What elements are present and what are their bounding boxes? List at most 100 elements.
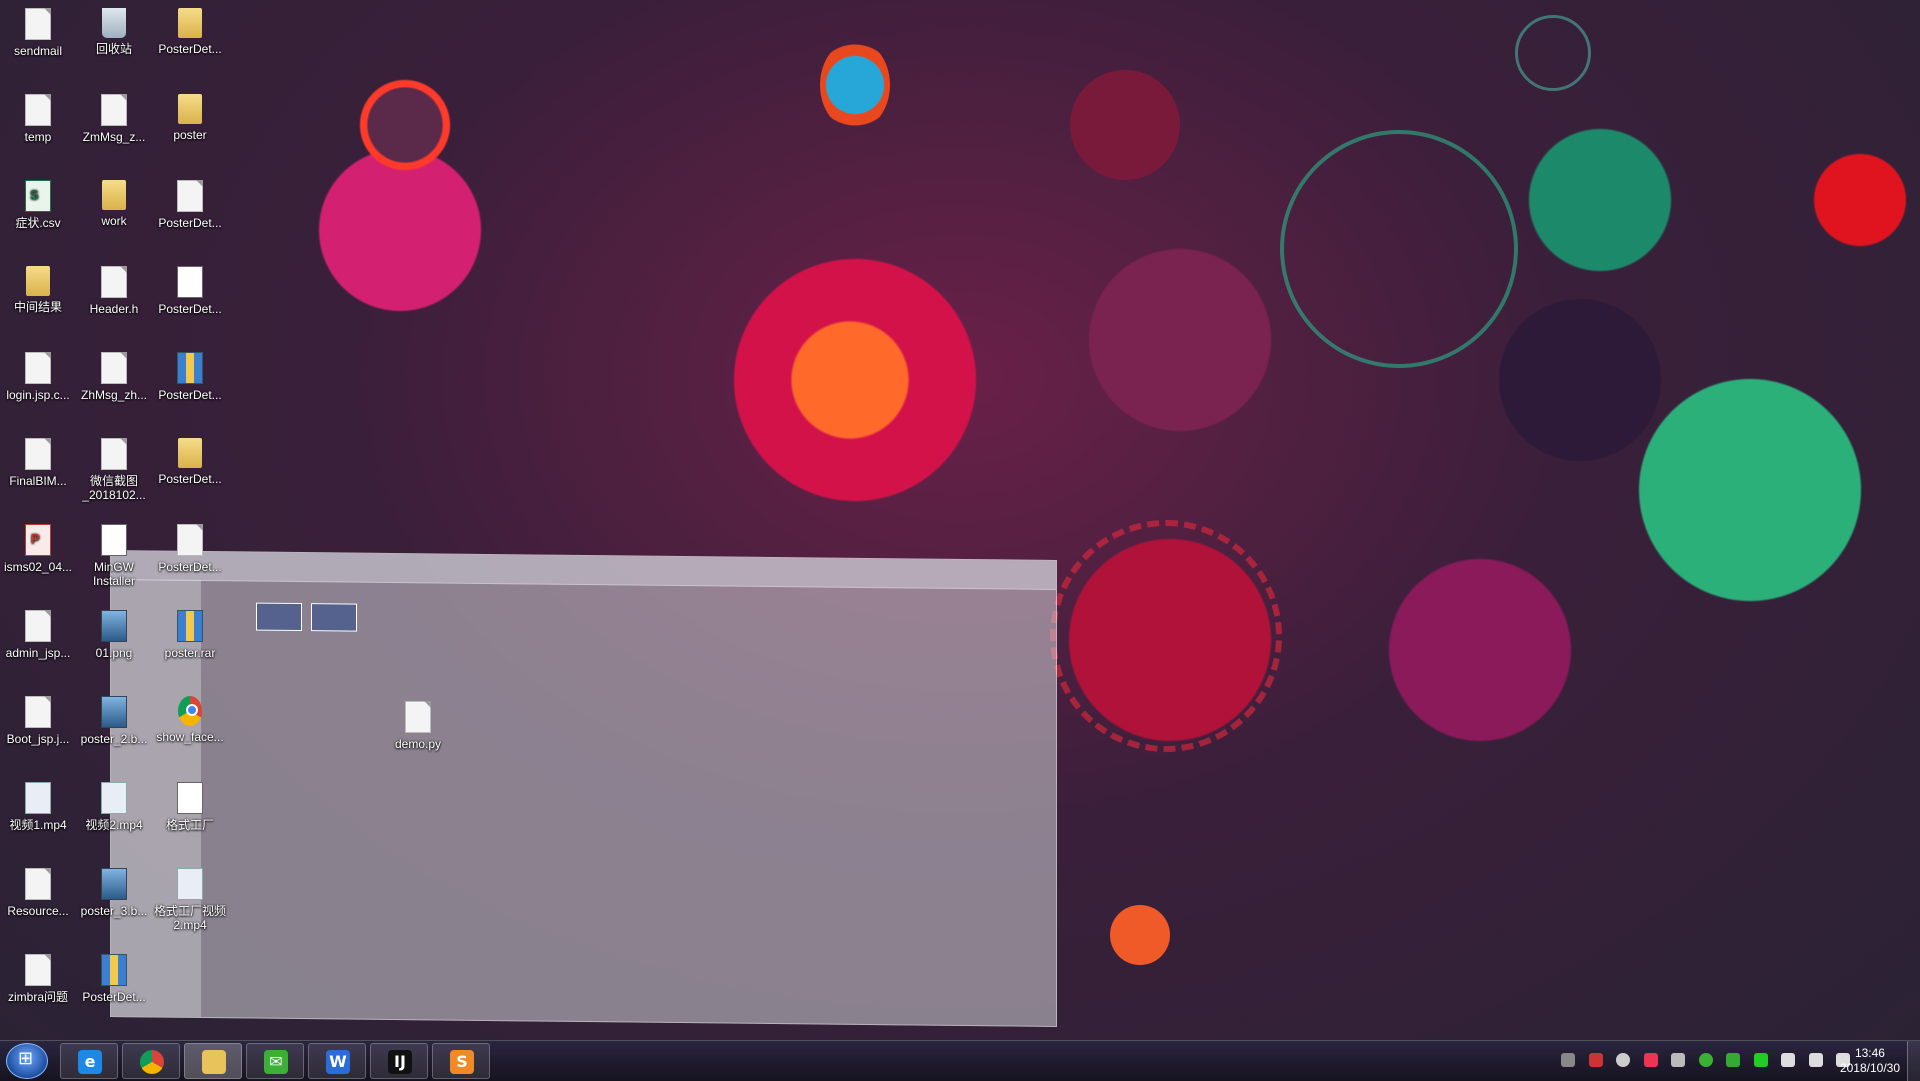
- desktop-icon[interactable]: FinalBIM...: [1, 432, 75, 488]
- desktop-icon[interactable]: poster: [153, 88, 227, 142]
- flag-icon[interactable]: [1781, 1053, 1796, 1067]
- desktop-icon-label: PosterDet...: [158, 472, 222, 486]
- taskbar-app-chrome[interactable]: [122, 1043, 180, 1079]
- desktop-icon[interactable]: PosterDet...: [153, 432, 227, 486]
- explorer-window-ghost[interactable]: [110, 550, 1057, 1027]
- desktop-icon[interactable]: zimbra问题: [1, 948, 75, 1004]
- desktop-icon[interactable]: MinGW Installer: [77, 518, 151, 588]
- desktop-icon[interactable]: 中间结果: [1, 260, 75, 314]
- desktop-icon-label: poster.rar: [164, 646, 216, 660]
- check-icon[interactable]: [1753, 1053, 1768, 1067]
- desktop-icon[interactable]: 视频1.mp4: [1, 776, 75, 832]
- desktop-icon-label: work: [101, 214, 127, 228]
- desktop-icon[interactable]: Header.h: [77, 260, 151, 316]
- wallpaper-art: [1070, 70, 1180, 180]
- desktop-icon[interactable]: demo.py: [381, 695, 455, 751]
- tray-app-icon[interactable]: [1643, 1053, 1658, 1067]
- file-icon: [25, 94, 51, 126]
- desktop-icon-label: 视频2.mp4: [85, 818, 143, 832]
- desktop-icon[interactable]: login.jsp.c...: [1, 346, 75, 402]
- wallpaper-art: [1515, 15, 1591, 91]
- taskbar-app-intellij[interactable]: IJ: [370, 1043, 428, 1079]
- desktop-icon-label: Boot_jsp.j...: [6, 732, 70, 746]
- ie-icon: e: [78, 1050, 102, 1074]
- file-icon: [25, 610, 51, 642]
- desktop-icon[interactable]: show_face...: [153, 690, 227, 744]
- file-icon: [25, 696, 51, 728]
- desktop-icon-label: PosterDet...: [158, 302, 222, 316]
- desktop-icon-label: login.jsp.c...: [6, 388, 70, 402]
- desktop-icon[interactable]: ZhMsg_zh...: [77, 346, 151, 402]
- tray-expand-icon[interactable]: [1561, 1053, 1576, 1067]
- desktop-icon-label: poster_2.b...: [80, 732, 148, 746]
- desktop-icon[interactable]: 症状.csv: [1, 174, 75, 230]
- desktop-icon-label: admin_jsp...: [5, 646, 71, 660]
- taskbar-app-file-explorer[interactable]: [184, 1043, 242, 1079]
- desktop-icon[interactable]: 格式工厂视频2.mp4: [153, 862, 227, 932]
- desktop-icon-label: 症状.csv: [15, 216, 61, 230]
- sublime-icon: S: [450, 1050, 474, 1074]
- desktop-icon[interactable]: poster_2.b...: [77, 690, 151, 746]
- desktop-icon-label: ZmMsg_z...: [82, 130, 146, 144]
- window-titlebar[interactable]: [111, 551, 1056, 590]
- desktop-icon-label: Resource...: [7, 904, 69, 918]
- desktop-icon[interactable]: poster.rar: [153, 604, 227, 660]
- archive-icon: [177, 610, 203, 642]
- desktop-icon[interactable]: PosterDet...: [153, 518, 227, 574]
- file-icon: [101, 438, 127, 470]
- file-icon: [177, 524, 203, 556]
- file-icon: [101, 94, 127, 126]
- taskbar-clock[interactable]: 13:46 2018/10/30: [1840, 1046, 1900, 1076]
- file-icon: [101, 352, 127, 384]
- desktop-icon[interactable]: Resource...: [1, 862, 75, 918]
- desktop-icon-label: 回收站: [95, 42, 132, 56]
- show-desktop-button[interactable]: [1907, 1041, 1920, 1081]
- cloud-icon[interactable]: [1616, 1053, 1631, 1067]
- desktop-icon[interactable]: admin_jsp...: [1, 604, 75, 660]
- desktop-icon-label: PosterDet...: [158, 388, 222, 402]
- desktop-icon[interactable]: sendmail: [1, 2, 75, 58]
- desktop-icon[interactable]: PosterDet...: [153, 174, 227, 230]
- taskbar-app-sublime[interactable]: S: [432, 1043, 490, 1079]
- desktop-icon[interactable]: temp: [1, 88, 75, 144]
- taskbar-app-ie[interactable]: e: [60, 1043, 118, 1079]
- file-thumbnail: [256, 602, 302, 632]
- clock-time: 13:46: [1854, 1046, 1885, 1060]
- desktop-icon-label: ZhMsg_zh...: [80, 388, 148, 402]
- desktop-icon[interactable]: PosterDet...: [153, 2, 227, 56]
- system-tray: [1552, 1053, 1850, 1069]
- folder-icon: [178, 438, 202, 468]
- desktop-icon[interactable]: 回收站: [77, 2, 151, 56]
- desktop-icon-label: PosterDet...: [82, 990, 146, 1004]
- file-icon: [25, 352, 51, 384]
- desktop-icon[interactable]: work: [77, 174, 151, 228]
- taskbar-app-wechat[interactable]: ✉: [246, 1043, 304, 1079]
- folder-icon: [26, 266, 50, 296]
- shield-icon[interactable]: [1726, 1053, 1741, 1067]
- spreadsheet-icon: [25, 180, 51, 212]
- desktop-icon[interactable]: 微信截图_2018102...: [77, 432, 151, 502]
- application-icon: [101, 524, 127, 556]
- start-button[interactable]: [6, 1043, 48, 1079]
- desktop-icon-label: temp: [24, 130, 52, 144]
- desktop-icon[interactable]: ZmMsg_z...: [77, 88, 151, 144]
- wallpaper-art: [760, 290, 940, 470]
- wechat-icon[interactable]: [1698, 1053, 1713, 1067]
- desktop-icon[interactable]: poster_3.b...: [77, 862, 151, 918]
- desktop-icon[interactable]: PosterDet...: [153, 346, 227, 402]
- desktop-icon[interactable]: 格式工厂: [153, 776, 227, 832]
- desktop-icon[interactable]: Boot_jsp.j...: [1, 690, 75, 746]
- wallpaper-art: [1280, 130, 1518, 368]
- desktop-icon[interactable]: PosterDet...: [77, 948, 151, 1004]
- desktop-icon[interactable]: 01.png: [77, 604, 151, 660]
- application-icon: [177, 782, 203, 814]
- desktop-icon-label: PosterDet...: [158, 42, 222, 56]
- tray-app-icon[interactable]: [1588, 1053, 1603, 1067]
- taskbar-app-wps-writer[interactable]: W: [308, 1043, 366, 1079]
- send-icon[interactable]: [1671, 1053, 1686, 1067]
- desktop-icon[interactable]: PosterDet...: [153, 260, 227, 316]
- image-icon: [101, 868, 127, 900]
- network-icon[interactable]: [1808, 1053, 1823, 1067]
- desktop-icon[interactable]: isms02_04...: [1, 518, 75, 574]
- desktop-icon[interactable]: 视频2.mp4: [77, 776, 151, 832]
